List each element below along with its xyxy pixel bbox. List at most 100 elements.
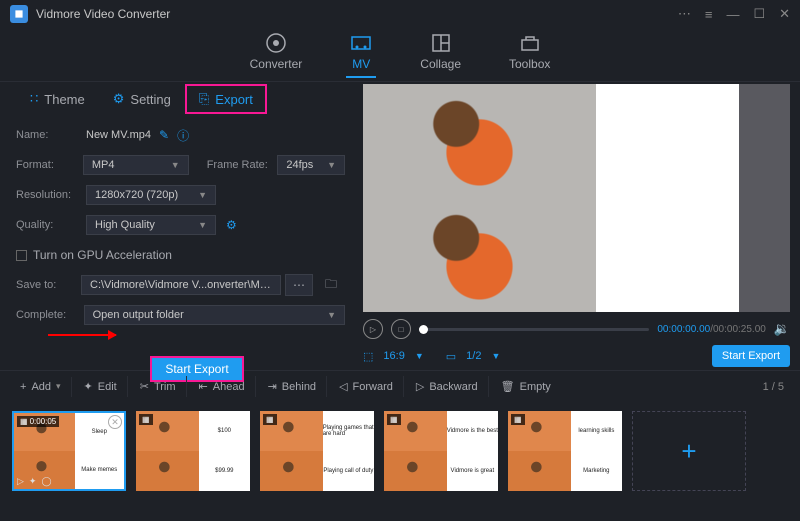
duration-badge: ▦ 0:00:05 [17, 416, 59, 427]
panel-tabs: ∷Theme ⚙ Setting ⎘ Export [0, 82, 361, 116]
name-value: New MV.mp4 [86, 129, 151, 141]
aspect-value[interactable]: 16:9 [383, 350, 404, 362]
tab-theme[interactable]: ∷Theme [16, 84, 99, 114]
framerate-select[interactable]: 24fps▼ [277, 155, 345, 175]
nav-toolbox[interactable]: Toolbox [509, 32, 550, 77]
tab-export[interactable]: ⎘ Export [185, 84, 267, 114]
seek-handle[interactable] [419, 325, 428, 334]
framerate-label: Frame Rate: [207, 159, 278, 171]
video-preview[interactable] [363, 84, 790, 312]
start-export-button-2[interactable]: Start Export [712, 345, 790, 367]
play-button[interactable]: ▷ [363, 319, 383, 339]
gear-icon: ⚙ [113, 91, 125, 107]
chevron-down-icon: ▼ [327, 310, 336, 320]
feedback-icon[interactable]: ⋯ [678, 6, 691, 22]
left-panel: ∷Theme ⚙Setting ⎘Export Name: New MV.mp4… [0, 82, 361, 370]
image-badge: ▦ [511, 414, 525, 425]
add-button[interactable]: +Add ▾ [10, 377, 72, 397]
chevron-down-icon: ▼ [198, 190, 207, 200]
tab-export-label: Export [215, 92, 253, 107]
edit-button[interactable]: ✦Edit [74, 376, 128, 397]
thumb-text: Playing call of duty [323, 451, 374, 491]
nav-mv[interactable]: MV [350, 32, 372, 77]
thumb-text: Vidmore is great [447, 451, 498, 491]
thumb-text: Playing games that are hard [323, 411, 374, 451]
tab-setting-label: Setting [130, 92, 170, 107]
browse-button[interactable]: ⋯ [285, 274, 313, 296]
aspect-icon[interactable]: ⬚ [363, 350, 373, 363]
image-badge: ▦ [139, 414, 153, 425]
trim-icon[interactable]: ◯ [41, 476, 51, 487]
saveto-label: Save to: [16, 279, 81, 291]
title-bar: Vidmore Video Converter ⋯ ≡ — ☐ ✕ [0, 0, 800, 28]
thumb-text: Make memes [75, 451, 125, 489]
thumb-controls: ▷ ✦ ◯ [17, 476, 52, 487]
stop-button[interactable]: □ [391, 319, 411, 339]
preview-toolbar: ⬚ 16:9 ▼ ▭ 1/2 ▼ Start Export [363, 342, 790, 370]
backward-label: Backward [429, 381, 477, 393]
tab-setting[interactable]: ⚙ Setting [99, 84, 185, 114]
duration-value: 0:00:05 [30, 417, 57, 426]
format-select[interactable]: MP4 ▼ [83, 155, 189, 175]
edit-icon[interactable]: ✦ [29, 476, 37, 487]
thumbnail-3[interactable]: Playing games that are hard Playing call… [260, 411, 374, 491]
backward-icon: ▷ [416, 380, 424, 393]
trim-button[interactable]: ✂Trim [130, 376, 187, 397]
add-thumbnail-button[interactable]: + [632, 411, 746, 491]
menu-icon[interactable]: ≡ [705, 7, 713, 22]
edit-name-icon[interactable]: ✎ [159, 128, 169, 142]
thumb-text: learning skills [571, 411, 622, 451]
ahead-label: Ahead [213, 381, 245, 393]
complete-select[interactable]: Open output folder▼ [84, 305, 345, 325]
nav-toolbox-label: Toolbox [509, 57, 550, 71]
meme-bottom-left [363, 198, 596, 312]
thumbnail-4[interactable]: Vidmore is the best Vidmore is great ▦ [384, 411, 498, 491]
format-label: Format: [16, 159, 83, 171]
top-nav: Converter MV Collage Toolbox [0, 28, 800, 82]
empty-label: Empty [520, 381, 551, 393]
resolution-select[interactable]: 1280x720 (720p)▼ [86, 185, 216, 205]
quality-select[interactable]: High Quality ▼ [86, 215, 216, 235]
chevron-down-icon[interactable]: ▼ [415, 351, 424, 361]
add-label: Add [31, 381, 51, 393]
forward-button[interactable]: ◁Forward [329, 376, 404, 397]
close-icon[interactable]: ✕ [779, 6, 790, 22]
thumbnail-strip: Sleep Make memes ▦ 0:00:05 ✕ ▷✦◯ $100 $9… [0, 402, 800, 500]
chevron-down-icon[interactable]: ▼ [491, 351, 500, 361]
nav-collage[interactable]: Collage [420, 32, 461, 77]
chevron-down-icon: ▼ [198, 220, 207, 230]
main-area: ∷Theme ⚙Setting ⎘Export Name: New MV.mp4… [0, 82, 800, 370]
behind-button[interactable]: ⇥Behind [258, 376, 327, 397]
window-controls: ⋯ ≡ — ☐ ✕ [678, 6, 790, 22]
backward-button[interactable]: ▷ Backward [406, 376, 489, 397]
open-folder-icon[interactable]: 🗀 [317, 274, 345, 296]
volume-icon[interactable]: 🔉 [774, 321, 790, 337]
play-icon[interactable]: ▷ [17, 476, 24, 487]
quality-value: High Quality [95, 219, 155, 231]
quality-settings-icon[interactable]: ⚙ [226, 218, 237, 232]
start-export-label-2: Start Export [722, 350, 780, 362]
quality-label: Quality: [16, 219, 86, 231]
minimize-icon[interactable]: — [726, 7, 739, 22]
info-icon[interactable]: ⓘ [177, 127, 189, 144]
chevron-down-icon: ▼ [171, 160, 180, 170]
maximize-icon[interactable]: ☐ [753, 6, 765, 22]
thumbnail-5[interactable]: learning skills Marketing ▦ [508, 411, 622, 491]
annotation-arrow [48, 334, 116, 336]
edit-label: Edit [98, 381, 117, 393]
nav-converter[interactable]: Converter [250, 32, 303, 77]
thumbnail-1[interactable]: Sleep Make memes ▦ 0:00:05 ✕ ▷✦◯ [12, 411, 126, 491]
ahead-button[interactable]: ⇤Ahead [189, 376, 256, 397]
export-icon: ⎘ [199, 91, 209, 107]
forward-label: Forward [353, 381, 393, 393]
scissors-icon: ✂ [140, 380, 149, 393]
resolution-label: Resolution: [16, 189, 86, 201]
gpu-checkbox[interactable] [16, 250, 27, 261]
remove-thumb-icon[interactable]: ✕ [108, 415, 122, 429]
screen-icon[interactable]: ▭ [446, 350, 456, 363]
seek-bar[interactable] [419, 328, 649, 331]
thumbnail-2[interactable]: $100 $99.99 ▦ [136, 411, 250, 491]
format-value: MP4 [92, 159, 115, 171]
page-value[interactable]: 1/2 [466, 350, 481, 362]
empty-button[interactable]: 🗑Empty [491, 376, 561, 397]
